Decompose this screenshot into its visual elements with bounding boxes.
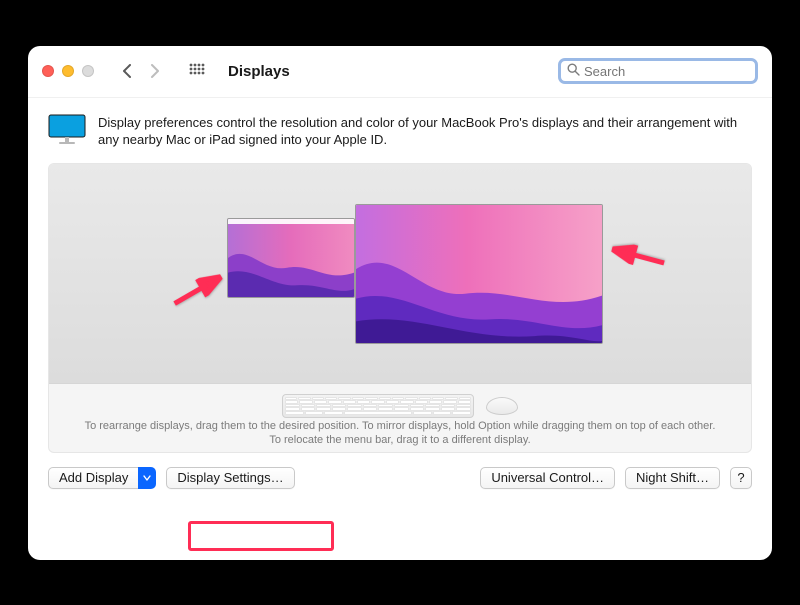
add-display-control: Add Display bbox=[48, 467, 156, 489]
window-controls bbox=[42, 65, 94, 77]
back-button[interactable] bbox=[114, 59, 140, 83]
add-display-dropdown[interactable] bbox=[138, 467, 156, 489]
annotation-arrow-right bbox=[609, 239, 666, 272]
description-text: Display preferences control the resoluti… bbox=[98, 114, 752, 149]
help-button[interactable]: ? bbox=[730, 467, 752, 489]
show-all-button[interactable] bbox=[184, 63, 210, 79]
close-window-button[interactable] bbox=[42, 65, 54, 77]
display-2[interactable] bbox=[355, 204, 603, 344]
night-shift-button[interactable]: Night Shift… bbox=[625, 467, 720, 489]
description-row: Display preferences control the resoluti… bbox=[48, 114, 752, 149]
search-icon bbox=[567, 63, 580, 79]
display-settings-button[interactable]: Display Settings… bbox=[166, 467, 294, 489]
universal-control-button[interactable]: Universal Control… bbox=[480, 467, 615, 489]
search-input[interactable] bbox=[584, 64, 749, 79]
display-1[interactable] bbox=[227, 218, 355, 298]
add-display-button[interactable]: Add Display bbox=[48, 467, 138, 489]
content-area: Display preferences control the resoluti… bbox=[28, 98, 772, 503]
display-layout-zone[interactable] bbox=[49, 164, 751, 384]
nav-controls bbox=[114, 59, 168, 83]
window-title: Displays bbox=[228, 63, 290, 80]
minimize-window-button[interactable] bbox=[62, 65, 74, 77]
zoom-window-button bbox=[82, 65, 94, 77]
display-icon bbox=[48, 114, 86, 147]
mouse-icon bbox=[486, 397, 518, 415]
annotation-highlight-display-settings bbox=[188, 521, 334, 551]
window-titlebar: Displays bbox=[28, 46, 772, 98]
arrangement-area: To rearrange displays, drag them to the … bbox=[48, 163, 752, 453]
search-field[interactable] bbox=[558, 58, 758, 84]
button-row: Add Display Display Settings… Universal … bbox=[48, 467, 752, 489]
system-preferences-window: Displays Display preferences control the… bbox=[28, 46, 772, 560]
peripherals-illustration bbox=[49, 392, 751, 420]
menu-bar-indicator[interactable] bbox=[228, 219, 354, 224]
forward-button bbox=[142, 59, 168, 83]
annotation-arrow-left bbox=[170, 267, 227, 311]
arrangement-hint: To rearrange displays, drag them to the … bbox=[49, 419, 751, 448]
keyboard-icon bbox=[282, 394, 474, 418]
